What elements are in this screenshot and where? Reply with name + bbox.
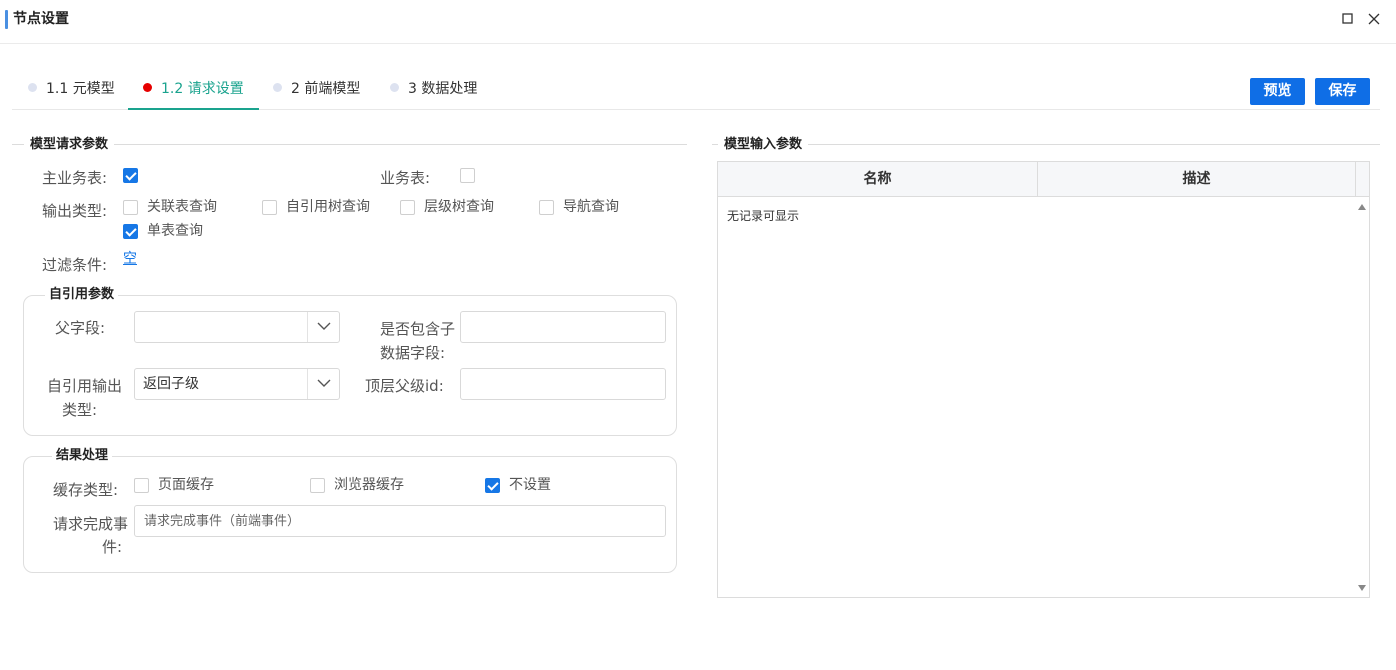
scroll-up-icon[interactable] [1358, 204, 1366, 210]
main-table-label: 主业务表: [42, 169, 108, 187]
close-button[interactable] [1365, 10, 1383, 28]
cache-option-label: 不设置 [509, 477, 551, 493]
result-title: 结果处理 [52, 447, 113, 465]
tab-label: 3 数据处理 [408, 81, 478, 97]
main-table-checkbox[interactable] [123, 168, 138, 183]
complete-event-label-line1: 请求完成事 [53, 515, 129, 533]
tab-data-processing[interactable]: 3 数据处理 [390, 70, 477, 110]
cache-option-label: 浏览器缓存 [334, 477, 404, 493]
output-type-option-label: 单表查询 [147, 223, 203, 239]
self-ref-title: 自引用参数 [45, 286, 119, 304]
cache-option-label: 页面缓存 [158, 477, 214, 493]
tab-label: 1.1 元模型 [46, 81, 115, 97]
filter-label: 过滤条件: [42, 256, 108, 274]
close-icon [1368, 13, 1380, 25]
maximize-button[interactable] [1339, 10, 1357, 28]
tab-label: 1.2 请求设置 [161, 81, 244, 97]
save-button[interactable]: 保存 [1315, 78, 1370, 105]
self-ref-output-label-line2: 类型: [62, 401, 98, 419]
cache-page-checkbox[interactable] [134, 478, 149, 493]
tab-dot-icon [143, 83, 152, 92]
include-children-field-input[interactable] [460, 311, 666, 343]
filter-condition-link[interactable]: 空 [123, 249, 137, 269]
tab-meta-model[interactable]: 1.1 元模型 [28, 70, 115, 110]
table-scrollbar[interactable] [1355, 197, 1369, 597]
dropdown-arrow[interactable] [307, 369, 339, 399]
request-params-header: 模型请求参数 [12, 135, 687, 155]
title-accent-bar [5, 10, 8, 29]
input-params-header: 模型输入参数 [712, 135, 1380, 155]
biz-table-label: 业务表: [380, 169, 431, 187]
output-type-checkbox-join[interactable] [123, 200, 138, 215]
cache-type-label: 缓存类型: [53, 481, 119, 499]
tab-bar: 1.1 元模型 1.2 请求设置 2 前端模型 3 数据处理 [12, 70, 1380, 110]
column-header-name[interactable]: 名称 [718, 162, 1038, 197]
self-ref-output-label-line1: 自引用输出 [47, 377, 123, 395]
maximize-icon [1342, 13, 1353, 24]
include-children-label-line1: 是否包含子 [380, 320, 456, 338]
complete-event-placeholder: 请求完成事件（前端事件） [144, 514, 301, 529]
tab-dot-icon [390, 83, 399, 92]
chevron-down-icon [317, 322, 331, 330]
include-children-label-line2: 数据字段: [380, 344, 446, 362]
tab-dot-icon [273, 83, 282, 92]
top-parent-id-label: 顶层父级id: [365, 377, 444, 395]
output-type-option-label: 自引用树查询 [286, 199, 370, 215]
request-params-title: 模型请求参数 [24, 135, 115, 155]
self-ref-output-type-select[interactable]: 返回子级 [134, 368, 340, 400]
empty-table-message: 无记录可显示 [727, 209, 800, 223]
output-type-option-label: 层级树查询 [424, 199, 494, 215]
section-divider [712, 144, 1380, 145]
self-ref-output-type-value: 返回子级 [143, 376, 199, 392]
biz-table-checkbox[interactable] [460, 168, 475, 183]
output-type-checkbox-nav[interactable] [539, 200, 554, 215]
top-parent-id-input[interactable] [460, 368, 666, 400]
cache-none-checkbox[interactable] [485, 478, 500, 493]
scroll-down-icon[interactable] [1358, 585, 1366, 591]
column-header-description[interactable]: 描述 [1038, 162, 1356, 197]
title-bar: 节点设置 [0, 0, 1396, 44]
complete-event-input[interactable]: 请求完成事件（前端事件） [134, 505, 666, 537]
parent-field-select[interactable] [134, 311, 340, 343]
complete-event-label-line2: 件: [102, 538, 123, 556]
tab-label: 2 前端模型 [291, 81, 361, 97]
output-type-checkbox-single[interactable] [123, 224, 138, 239]
window-title: 节点设置 [13, 11, 69, 27]
tab-dot-icon [28, 83, 37, 92]
tab-frontend-model[interactable]: 2 前端模型 [273, 70, 360, 110]
dropdown-arrow[interactable] [307, 312, 339, 342]
parent-field-label: 父字段: [55, 319, 106, 337]
output-type-option-label: 导航查询 [563, 199, 619, 215]
output-type-checkbox-level-tree[interactable] [400, 200, 415, 215]
input-params-table: 名称 描述 无记录可显示 [717, 161, 1370, 598]
cache-browser-checkbox[interactable] [310, 478, 325, 493]
output-type-option-label: 关联表查询 [147, 199, 217, 215]
chevron-down-icon [317, 379, 331, 387]
table-header: 名称 描述 [718, 162, 1369, 197]
output-type-label: 输出类型: [42, 202, 108, 220]
preview-button[interactable]: 预览 [1250, 78, 1305, 105]
input-params-title: 模型输入参数 [718, 135, 809, 155]
output-type-checkbox-self-tree[interactable] [262, 200, 277, 215]
tab-request-settings[interactable]: 1.2 请求设置 [128, 70, 259, 110]
